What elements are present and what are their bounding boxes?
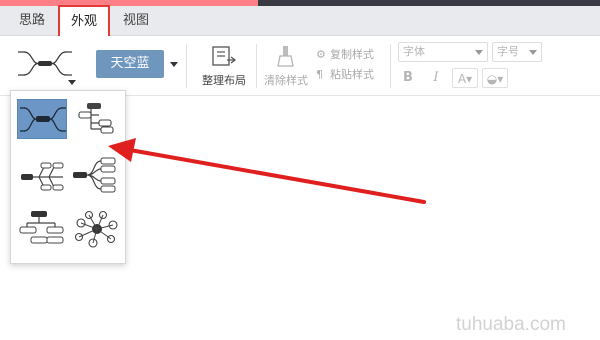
watermark-text: tuhuaba.com — [456, 314, 566, 335]
annotation-red-arrow — [108, 138, 426, 204]
